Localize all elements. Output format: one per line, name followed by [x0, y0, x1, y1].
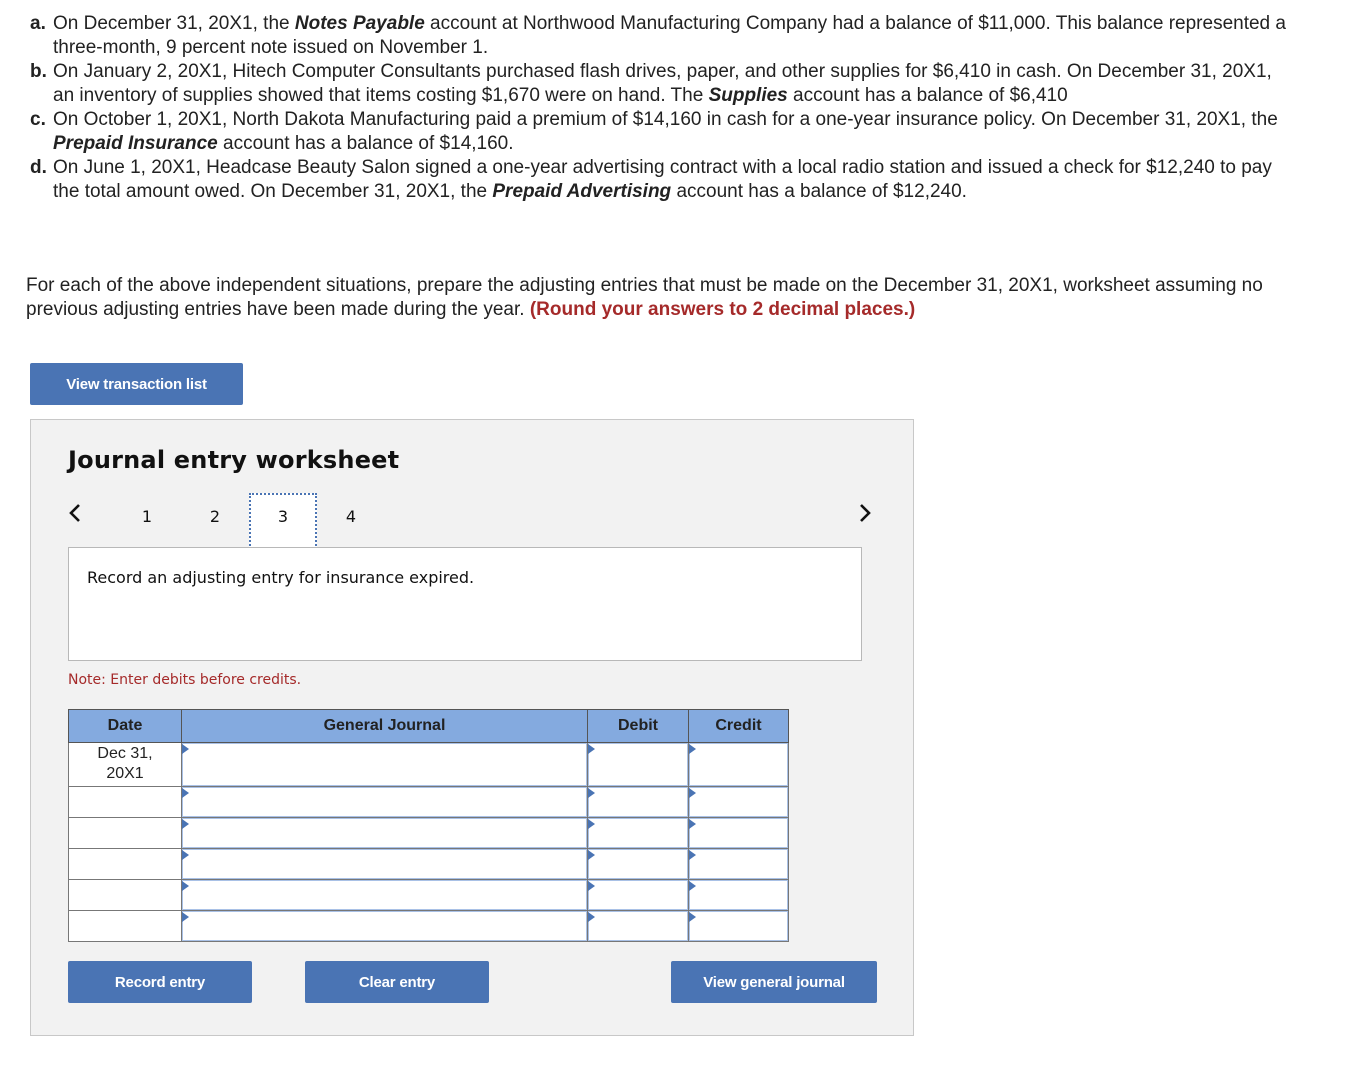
date-cell	[68, 910, 182, 942]
date-cell	[68, 879, 182, 911]
problem-item: b. On January 2, 20X1, Hitech Computer Co…	[30, 60, 1290, 108]
debit-input-cell	[587, 879, 689, 911]
page-tab-2[interactable]: 2	[181, 493, 249, 549]
credit-input[interactable]	[689, 849, 788, 879]
problem-text: On October 1, 20X1, North Dakota Manufac…	[53, 109, 1278, 130]
page-tab-1[interactable]: 1	[113, 493, 181, 549]
entry-prompt: Record an adjusting entry for insurance …	[87, 568, 475, 587]
account-input[interactable]	[182, 743, 587, 786]
header-date: Date	[68, 709, 182, 743]
account-name: Notes Payable	[294, 13, 425, 34]
header-debit: Debit	[587, 709, 689, 743]
date-cell: Dec 31, 20X1	[68, 742, 182, 787]
entry-prompt-box: Record an adjusting entry for insurance …	[68, 547, 862, 661]
header-credit: Credit	[688, 709, 789, 743]
journal-row	[68, 879, 789, 911]
account-name: Prepaid Insurance	[53, 133, 218, 154]
account-input[interactable]	[182, 787, 587, 817]
problem-text: On January 2, 20X1, Hitech Computer Cons…	[53, 61, 1272, 106]
problem-letter: b.	[30, 61, 47, 82]
account-input[interactable]	[182, 880, 587, 910]
view-general-journal-button[interactable]: View general journal	[671, 961, 877, 1003]
journal-entry-worksheet: Journal entry worksheet 1 2 3 4 Record a…	[30, 419, 914, 1036]
debit-input[interactable]	[588, 818, 688, 848]
credit-input-cell	[688, 817, 789, 849]
account-input-cell	[181, 817, 588, 849]
date-cell	[68, 817, 182, 849]
journal-row	[68, 786, 789, 818]
debit-input[interactable]	[588, 849, 688, 879]
debit-input-cell	[587, 786, 689, 818]
worksheet-pagination: 1 2 3 4	[68, 493, 878, 551]
rounding-note: (Round your answers to 2 decimal places.…	[529, 299, 916, 320]
view-transaction-list-button[interactable]: View transaction list	[30, 363, 243, 405]
problem-text: account has a balance of $6,410	[787, 85, 1068, 106]
account-input-cell	[181, 848, 588, 880]
date-cell	[68, 786, 182, 818]
problem-letter: d.	[30, 157, 47, 178]
account-name: Prepaid Advertising	[492, 181, 672, 202]
journal-row	[68, 817, 789, 849]
worksheet-title: Journal entry worksheet	[68, 446, 400, 474]
debit-input[interactable]	[588, 743, 688, 786]
credit-input[interactable]	[689, 911, 788, 941]
journal-table: Date General Journal Debit Credit Dec 31…	[68, 709, 789, 942]
header-general-journal: General Journal	[181, 709, 588, 743]
problem-letter: c.	[30, 109, 46, 130]
debit-input[interactable]	[588, 880, 688, 910]
account-input-cell	[181, 786, 588, 818]
account-input[interactable]	[182, 911, 587, 941]
account-input-cell	[181, 910, 588, 942]
record-entry-button[interactable]: Record entry	[68, 961, 252, 1003]
account-input-cell	[181, 742, 588, 787]
debit-input-cell	[587, 910, 689, 942]
problem-text: account has a balance of $12,240.	[671, 181, 967, 202]
problem-letter: a.	[30, 13, 46, 34]
credit-input-cell	[688, 879, 789, 911]
account-input-cell	[181, 879, 588, 911]
debit-input-cell	[587, 817, 689, 849]
journal-row: Dec 31, 20X1	[68, 742, 789, 787]
credit-input[interactable]	[689, 818, 788, 848]
credit-input-cell	[688, 848, 789, 880]
page-tab-4[interactable]: 4	[317, 493, 385, 549]
account-input[interactable]	[182, 849, 587, 879]
debit-input-cell	[587, 742, 689, 787]
credit-input[interactable]	[689, 787, 788, 817]
problem-item: c. On October 1, 20X1, North Dakota Manuf…	[30, 108, 1290, 156]
chevron-right-icon[interactable]	[858, 502, 872, 528]
problem-list: a. On December 31, 20X1, the Notes Payabl…	[30, 12, 1290, 204]
debit-credit-note: Note: Enter debits before credits.	[68, 672, 302, 688]
journal-row	[68, 910, 789, 942]
debit-input[interactable]	[588, 911, 688, 941]
credit-input-cell	[688, 910, 789, 942]
clear-entry-button[interactable]: Clear entry	[305, 961, 489, 1003]
debit-input-cell	[587, 848, 689, 880]
problem-text: account has a balance of $14,160.	[217, 133, 514, 154]
problem-item: a. On December 31, 20X1, the Notes Payabl…	[30, 12, 1290, 60]
page-tab-3-active[interactable]: 3	[249, 493, 317, 549]
journal-row	[68, 848, 789, 880]
credit-input-cell	[688, 742, 789, 787]
account-name: Supplies	[708, 85, 788, 106]
date-cell	[68, 848, 182, 880]
credit-input-cell	[688, 786, 789, 818]
instruction-text: For each of the above independent situat…	[26, 274, 1316, 322]
problem-item: d. On June 1, 20X1, Headcase Beauty Salon…	[30, 156, 1290, 204]
problem-text: On December 31, 20X1, the	[53, 13, 295, 34]
chevron-left-icon[interactable]	[68, 502, 82, 528]
credit-input[interactable]	[689, 880, 788, 910]
credit-input[interactable]	[689, 743, 788, 786]
debit-input[interactable]	[588, 787, 688, 817]
account-input[interactable]	[182, 818, 587, 848]
